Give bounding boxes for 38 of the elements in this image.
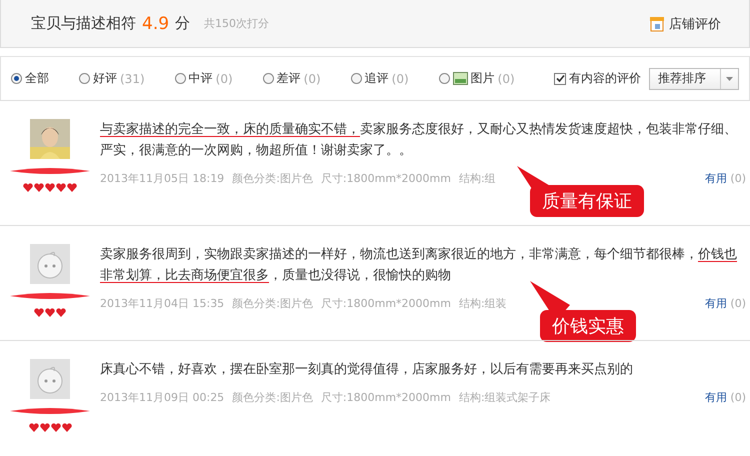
review-date: 2013年11月04日 15:35: [100, 296, 224, 311]
review-date: 2013年11月09日 00:25: [100, 390, 224, 405]
color-spec: 颜色分类:图片色: [232, 296, 313, 311]
filter-radio[interactable]: 差评 (0): [262, 70, 321, 87]
shop-rating-link[interactable]: 店铺评价: [649, 14, 721, 32]
filter-radio[interactable]: 追评 (0): [350, 70, 409, 87]
rating-count: 共150次打分: [204, 16, 270, 31]
review-date: 2013年11月05日 18:19: [100, 171, 224, 186]
rating-unit: 分: [175, 14, 190, 33]
review-text: 床真心不错，好喜欢，摆在卧室那一刻真的觉得值得，店家服务好，以后有需要再来买点别的: [100, 361, 634, 379]
color-spec: 颜色分类:图片色: [232, 390, 313, 405]
filter-radio[interactable]: 全部: [11, 70, 49, 87]
sort-dropdown[interactable]: 推荐排序: [649, 68, 739, 90]
size-spec: 尺寸:1800mm*2000mm: [320, 390, 451, 405]
size-spec: 尺寸:1800mm*2000mm: [320, 296, 451, 311]
useful-link[interactable]: 有用 (0): [704, 296, 746, 311]
useful-link[interactable]: 有用 (0): [704, 171, 746, 186]
structure-spec: 结构:组装式架子床: [458, 390, 551, 405]
caret-icon: [726, 76, 733, 80]
image-icon: [452, 72, 468, 85]
default-avatar-icon: [30, 244, 70, 284]
rating-score: 4.9: [142, 14, 170, 34]
structure-spec: 结构:组装: [458, 296, 507, 311]
default-avatar-icon: [30, 359, 70, 399]
size-spec: 尺寸:1800mm*2000mm: [320, 171, 451, 186]
checkmark-icon: [556, 74, 564, 83]
filter-radio[interactable]: 图片 (0): [438, 70, 515, 87]
filter-radio[interactable]: 好评 (31): [79, 70, 145, 87]
callout-label: 价钱实惠: [540, 310, 636, 342]
filter-radio[interactable]: 中评 (0): [174, 70, 233, 87]
store-icon: [649, 16, 665, 32]
rating-label: 宝贝与描述相符: [31, 14, 136, 33]
useful-link[interactable]: 有用 (0): [704, 390, 746, 405]
content-only-checkbox[interactable]: 有内容的评价: [554, 70, 641, 87]
structure-spec: 结构:组: [458, 171, 496, 186]
review-text: 卖家服务很周到，实物跟卖家描述的一样好，物流也送到离家很近的地方，非常满意，每个细节都很棒，价钱也非常划算，比去商场便宜很多，质量也没得说，很愉快的购物: [100, 246, 738, 285]
color-spec: 颜色分类:图片色: [232, 171, 313, 186]
review-text: 与卖家描述的完全一致，床的质量确实不错，卖家服务态度很好，又耐心又热情发货速度超快，包装非常仔细、严实，很满意的一次网购，物超所值！谢谢卖家了。。: [100, 121, 738, 160]
